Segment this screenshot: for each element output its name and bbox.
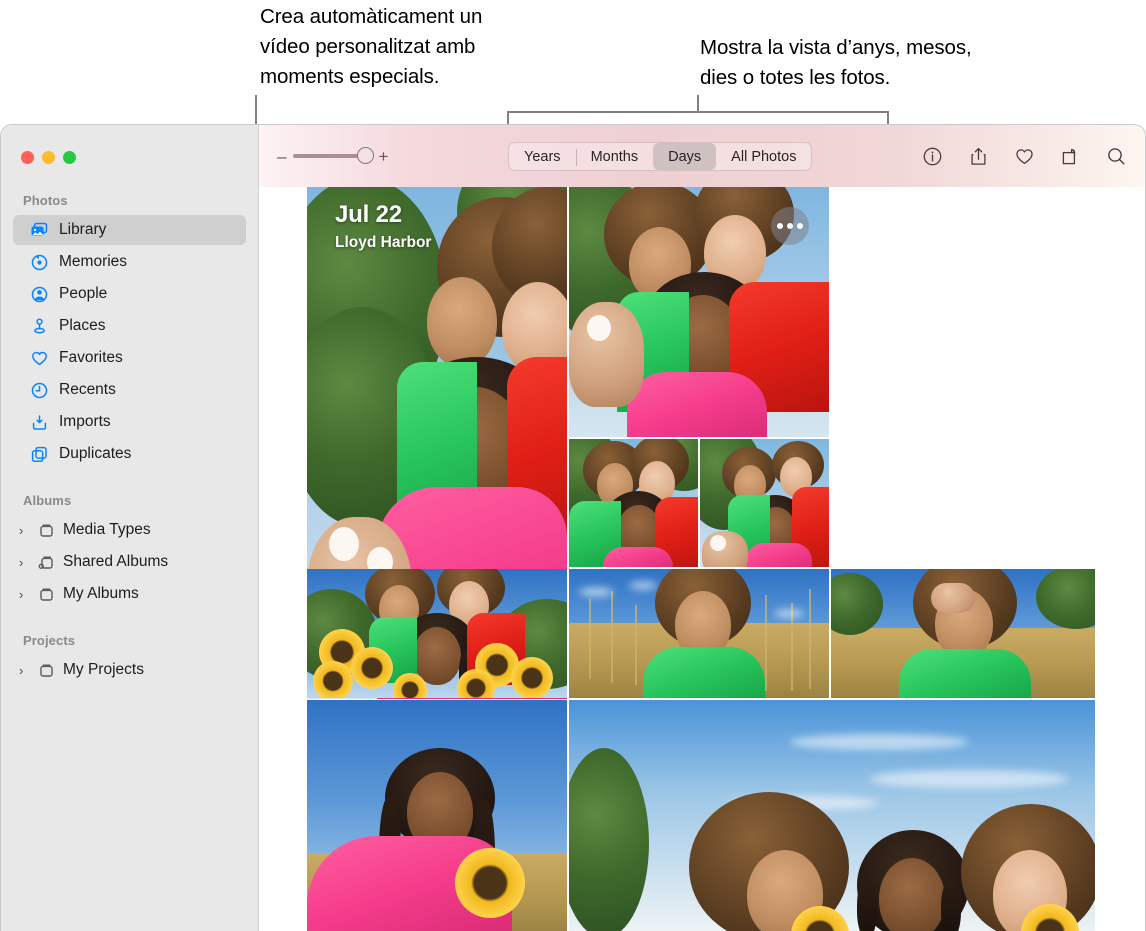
tab-days[interactable]: Days xyxy=(653,143,716,170)
zoom-slider-track[interactable] xyxy=(293,154,371,158)
photo-4 xyxy=(700,439,829,567)
share-icon[interactable] xyxy=(967,145,989,167)
toolbar: – + Years Months Days All Photos xyxy=(259,125,1145,187)
toolbar-icons xyxy=(921,125,1127,187)
sidebar-item-label: Shared Albums xyxy=(63,553,168,571)
photo-6 xyxy=(569,569,829,698)
dot xyxy=(787,223,793,229)
maximize-button[interactable] xyxy=(63,151,76,164)
sidebar-item-label: Media Types xyxy=(63,521,151,539)
photo-thumbnail[interactable] xyxy=(831,569,1095,698)
album-icon xyxy=(37,521,56,540)
photo-thumbnail[interactable] xyxy=(700,439,829,567)
photo-thumbnail[interactable] xyxy=(569,700,1095,931)
sidebar-item-media-types[interactable]: › Media Types xyxy=(13,515,246,545)
sidebar-item-label: My Albums xyxy=(63,585,139,603)
places-icon xyxy=(30,317,49,336)
sidebar-item-label: People xyxy=(59,285,107,303)
sidebar-item-recents[interactable]: Recents xyxy=(13,375,246,405)
callout-right-bracket-top xyxy=(507,111,889,113)
sidebar-item-library[interactable]: Library xyxy=(13,215,246,245)
photo-7 xyxy=(831,569,1095,698)
sidebar-item-label: Library xyxy=(59,221,106,239)
library-icon xyxy=(30,221,49,240)
zoom-out-label[interactable]: – xyxy=(277,148,286,165)
photos-window: Photos Library xyxy=(0,124,1146,931)
dot xyxy=(797,223,803,229)
chevron-right-icon[interactable]: › xyxy=(19,664,32,677)
sidebar-item-duplicates[interactable]: Duplicates xyxy=(13,439,246,469)
sidebar-item-label: Memories xyxy=(59,253,127,271)
rotate-icon[interactable] xyxy=(1059,145,1081,167)
tab-years[interactable]: Years xyxy=(509,143,576,170)
callout-right-text: Mostra la vista d’anys, mesos, dies o to… xyxy=(700,33,1120,93)
sidebar-item-people[interactable]: People xyxy=(13,279,246,309)
callout-left-text: Crea automàticament un vídeo personalitz… xyxy=(260,2,600,92)
zoom-in-label[interactable]: + xyxy=(378,148,388,165)
sidebar-item-label: Recents xyxy=(59,381,116,399)
sidebar-section-photos-title: Photos xyxy=(1,187,258,213)
photo-thumbnail[interactable] xyxy=(569,439,698,567)
chevron-right-icon[interactable]: › xyxy=(19,588,32,601)
duplicates-icon xyxy=(30,445,49,464)
view-mode-segmented-control[interactable]: Years Months Days All Photos xyxy=(508,142,812,171)
photo-thumbnail[interactable] xyxy=(307,700,567,931)
sidebar-item-label: Duplicates xyxy=(59,445,131,463)
zoom-slider[interactable]: – + xyxy=(277,148,388,165)
sidebar-item-label: My Projects xyxy=(63,661,144,679)
search-icon[interactable] xyxy=(1105,145,1127,167)
sidebar-section-projects-title: Projects xyxy=(1,627,258,653)
zoom-slider-knob[interactable] xyxy=(357,147,374,164)
sidebar-item-my-projects[interactable]: › My Projects xyxy=(13,655,246,685)
sidebar-item-label: Places xyxy=(59,317,106,335)
heart-icon xyxy=(30,349,49,368)
sidebar-item-imports[interactable]: Imports xyxy=(13,407,246,437)
sidebar-item-label: Imports xyxy=(59,413,111,431)
content-area: – + Years Months Days All Photos xyxy=(259,125,1145,931)
sidebar-spacer xyxy=(1,611,258,627)
import-icon xyxy=(30,413,49,432)
album-icon xyxy=(37,585,56,604)
sidebar-item-favorites[interactable]: Favorites xyxy=(13,343,246,373)
photo-8 xyxy=(307,700,567,931)
more-options-button[interactable] xyxy=(771,207,809,245)
sidebar: Photos Library xyxy=(1,125,259,931)
photo-3 xyxy=(569,439,698,567)
close-button[interactable] xyxy=(21,151,34,164)
heart-icon[interactable] xyxy=(1013,145,1035,167)
memories-icon xyxy=(30,253,49,272)
sidebar-item-shared-albums[interactable]: › Shared Albums xyxy=(13,547,246,577)
chevron-right-icon[interactable]: › xyxy=(19,524,32,537)
sidebar-section-albums-title: Albums xyxy=(1,487,258,513)
photo-9 xyxy=(569,700,1095,931)
tab-months[interactable]: Months xyxy=(576,143,654,170)
photo-thumbnail[interactable] xyxy=(307,569,567,698)
clock-icon xyxy=(30,381,49,400)
sidebar-item-memories[interactable]: Memories xyxy=(13,247,246,277)
minimize-button[interactable] xyxy=(42,151,55,164)
photo-grid: Jul 22 Lloyd Harbor xyxy=(307,187,1095,931)
sidebar-spacer xyxy=(1,471,258,487)
album-icon xyxy=(37,661,56,680)
sidebar-item-label: Favorites xyxy=(59,349,123,367)
chevron-right-icon[interactable]: › xyxy=(19,556,32,569)
photo-thumbnail[interactable] xyxy=(569,187,829,437)
shared-album-icon xyxy=(37,553,56,572)
people-icon xyxy=(30,285,49,304)
sidebar-item-my-albums[interactable]: › My Albums xyxy=(13,579,246,609)
window-controls xyxy=(1,125,258,187)
day-date: Jul 22 xyxy=(335,201,431,229)
day-location: Lloyd Harbor xyxy=(335,234,431,252)
info-icon[interactable] xyxy=(921,145,943,167)
photo-5 xyxy=(307,569,567,698)
photo-thumbnail[interactable] xyxy=(569,569,829,698)
dot xyxy=(777,223,783,229)
sidebar-item-places[interactable]: Places xyxy=(13,311,246,341)
day-header: Jul 22 Lloyd Harbor xyxy=(335,201,431,252)
tab-all-photos[interactable]: All Photos xyxy=(716,143,811,170)
